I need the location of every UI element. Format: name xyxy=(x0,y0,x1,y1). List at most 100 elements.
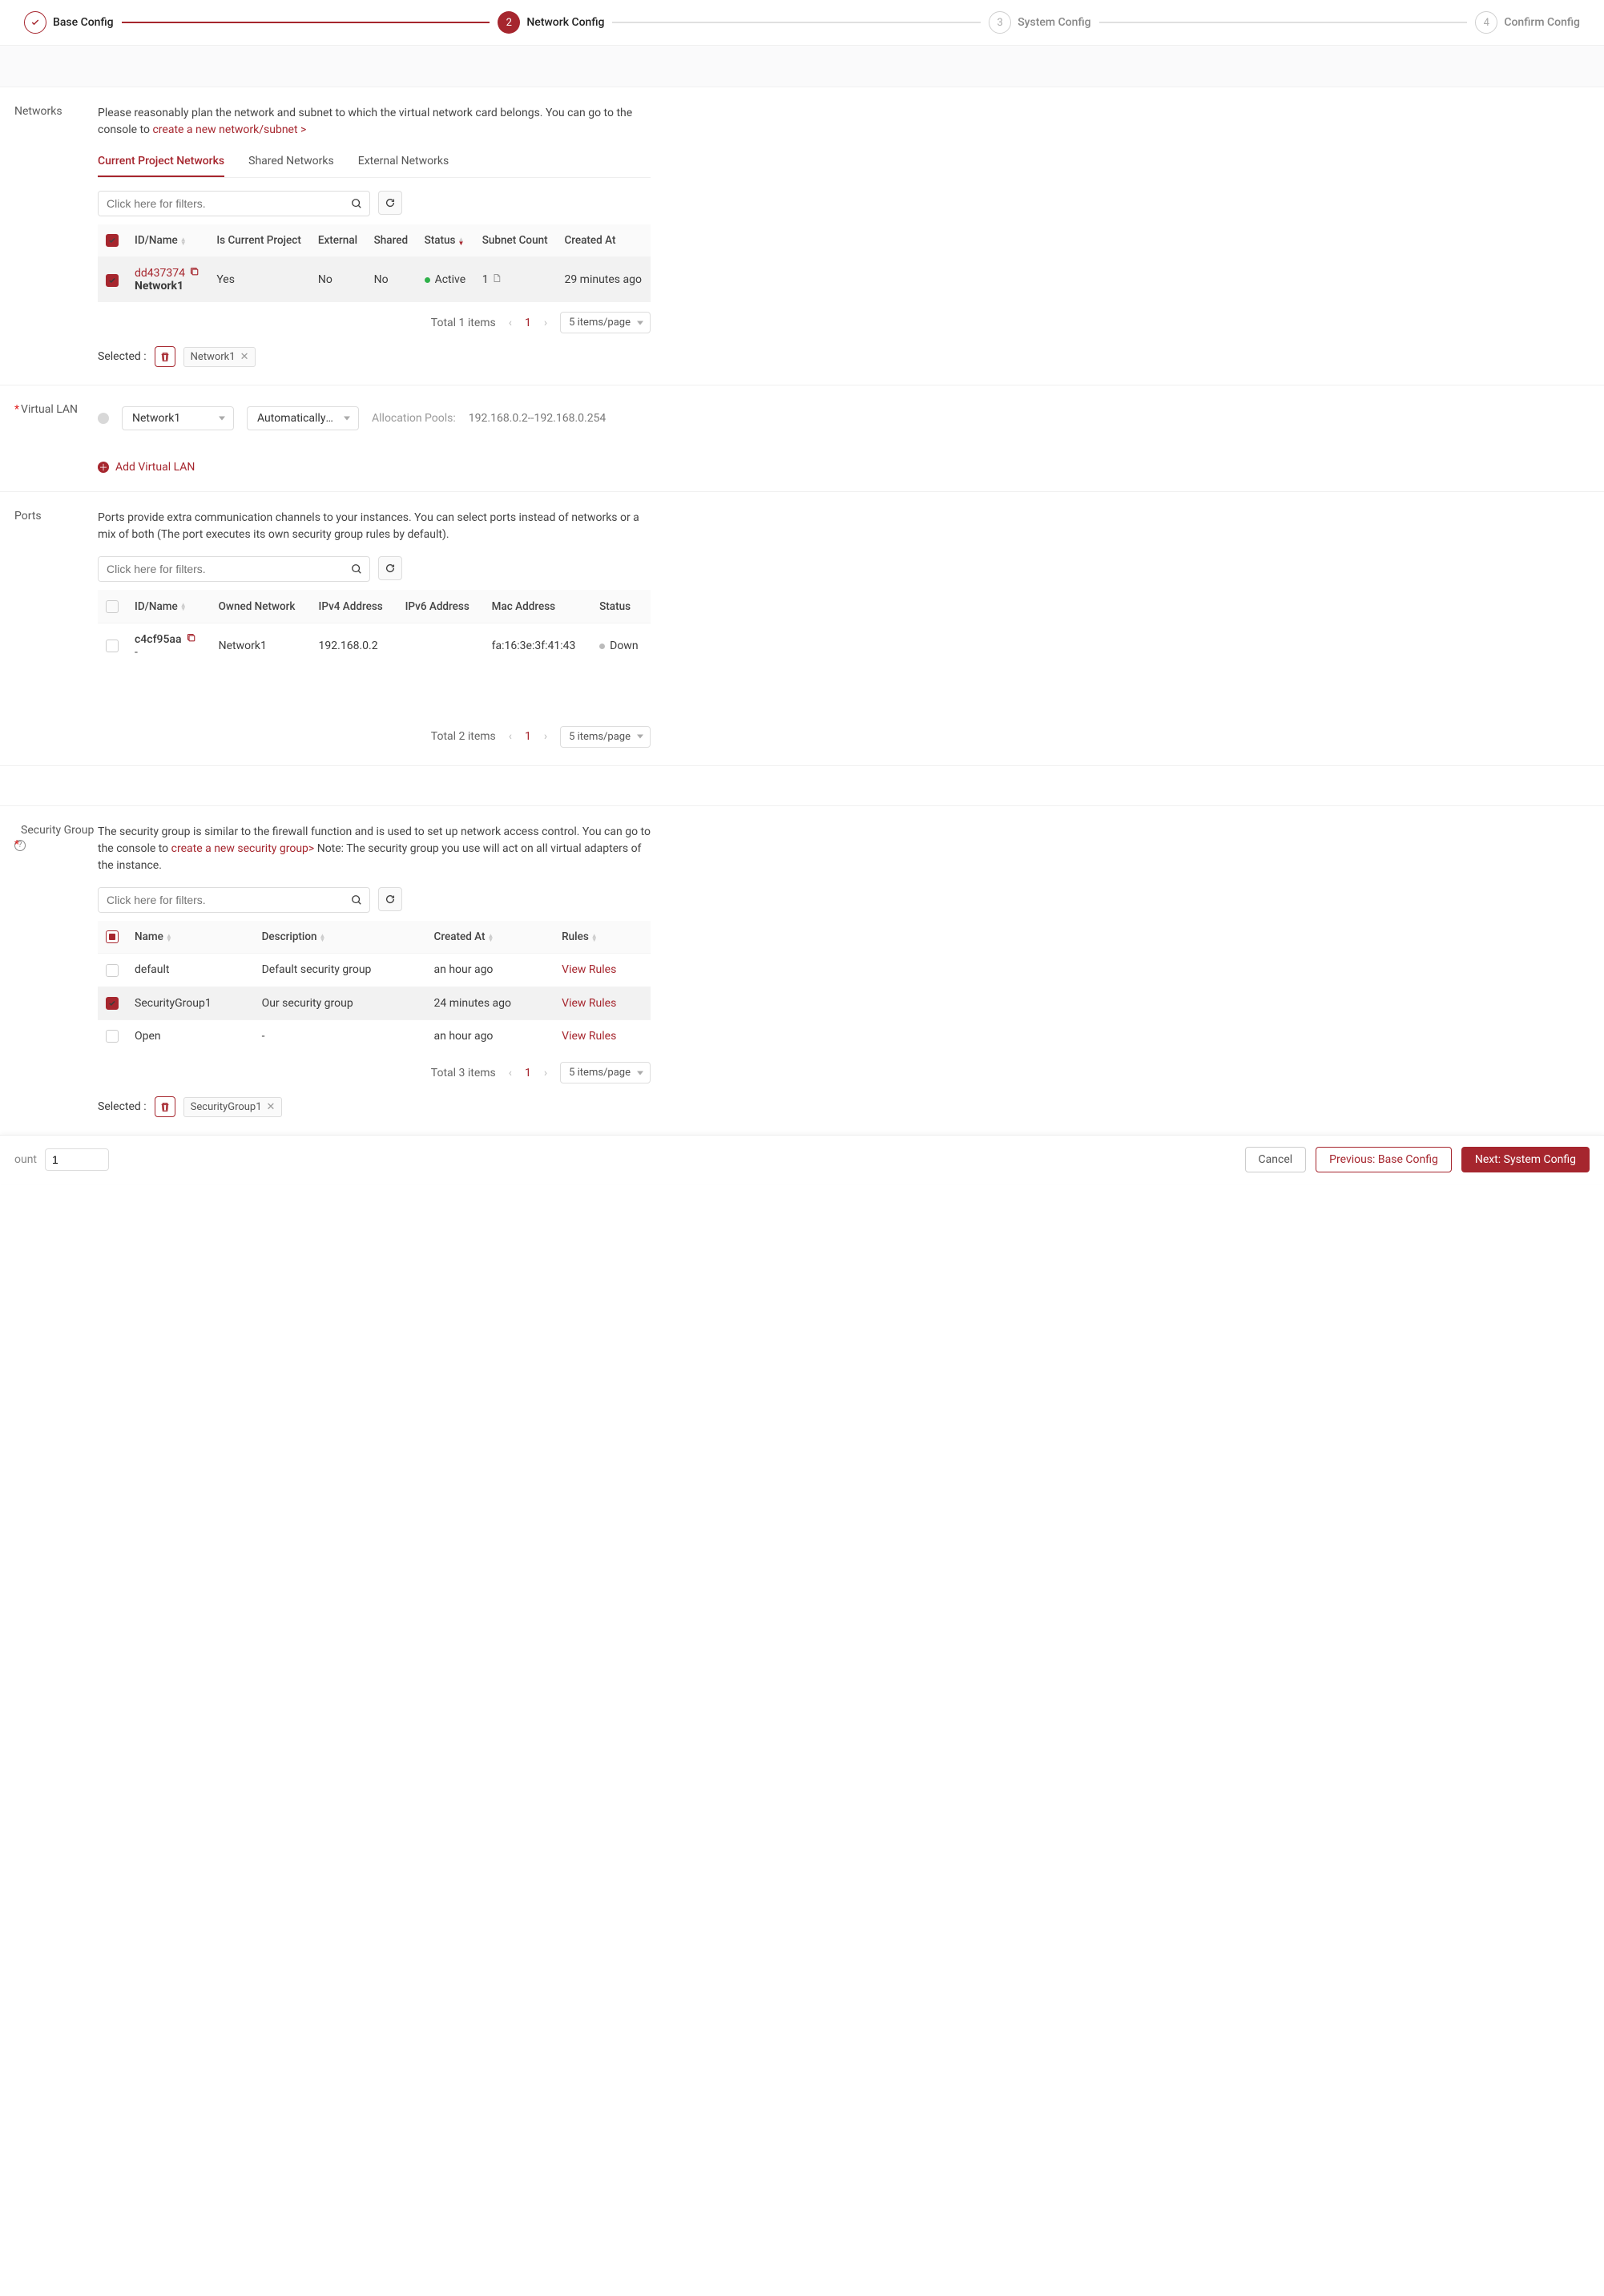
checkbox-select-all[interactable] xyxy=(106,234,119,247)
cell-description: - xyxy=(254,1019,426,1052)
port-id: c4cf95aa xyxy=(135,633,182,646)
tab-current-project-networks[interactable]: Current Project Networks xyxy=(98,148,224,177)
step-confirm-config[interactable]: 4 Confirm Config xyxy=(1475,11,1580,34)
step-system-config[interactable]: 3 System Config xyxy=(989,11,1090,34)
step-connector xyxy=(122,22,490,23)
row-checkbox[interactable] xyxy=(106,640,119,652)
cell-status: Down xyxy=(610,640,638,652)
next-button[interactable]: Next: System Config xyxy=(1461,1147,1590,1172)
filter-text-input[interactable] xyxy=(99,557,344,581)
sg-selected-row: Selected : SecurityGroup1 ✕ xyxy=(98,1096,651,1117)
sort-icon[interactable]: ▲▼ xyxy=(488,934,494,942)
view-rules-link[interactable]: View Rules xyxy=(562,1030,616,1043)
cell-name: Open xyxy=(127,1019,254,1052)
port-name: - xyxy=(135,646,138,659)
clear-selection-button[interactable] xyxy=(155,1096,175,1117)
tag-label: SecurityGroup1 xyxy=(191,1101,262,1113)
sort-icon[interactable]: ▲▼ xyxy=(458,237,465,245)
close-icon[interactable]: ✕ xyxy=(240,351,249,363)
tab-shared-networks[interactable]: Shared Networks xyxy=(248,148,334,177)
col-rules[interactable]: Rules xyxy=(562,930,589,943)
refresh-button[interactable] xyxy=(378,191,402,215)
vlan-subnet-select[interactable]: Automatically Assi… xyxy=(247,406,359,430)
col-external: External xyxy=(310,224,366,257)
virtual-lan-section: *Virtual LAN Network1 Automatically Assi… xyxy=(0,385,1604,492)
section-label: *Virtual LAN xyxy=(14,403,98,474)
col-description[interactable]: Description xyxy=(262,930,317,943)
table-row[interactable]: dd437374 Network1 Yes No No Active 1 29 … xyxy=(98,257,651,303)
page-size-select[interactable]: 5 items/page xyxy=(560,1062,651,1083)
filter-text-input[interactable] xyxy=(99,192,344,216)
search-icon[interactable] xyxy=(344,192,369,216)
current-page[interactable]: 1 xyxy=(525,730,531,743)
next-page-icon[interactable]: › xyxy=(539,728,552,744)
previous-button[interactable]: Previous: Base Config xyxy=(1316,1147,1452,1172)
col-id-name[interactable]: ID/Name xyxy=(135,234,178,247)
prev-page-icon[interactable]: ‹ xyxy=(504,728,517,744)
col-subnet-count: Subnet Count xyxy=(474,224,557,257)
page-size-select[interactable]: 5 items/page xyxy=(560,726,651,748)
col-status[interactable]: Status xyxy=(425,234,456,247)
sort-icon[interactable]: ▲▼ xyxy=(180,603,187,611)
selected-label: Selected : xyxy=(98,1100,147,1113)
count-input[interactable] xyxy=(45,1148,109,1171)
vlan-row: Network1 Automatically Assi… Allocation … xyxy=(98,406,651,430)
step-network-config[interactable]: 2 Network Config xyxy=(498,11,604,34)
close-icon[interactable]: ✕ xyxy=(267,1101,276,1113)
col-name[interactable]: Name xyxy=(135,930,163,943)
refresh-button[interactable] xyxy=(378,887,402,911)
sort-icon[interactable]: ▲▼ xyxy=(166,934,172,942)
current-page[interactable]: 1 xyxy=(525,1067,531,1079)
col-created-at[interactable]: Created At xyxy=(434,930,486,943)
checkbox-select-all[interactable] xyxy=(106,930,119,943)
drag-handle-icon[interactable] xyxy=(98,413,109,424)
page-size-select[interactable]: 5 items/page xyxy=(560,312,651,333)
table-row[interactable]: Open - an hour ago View Rules xyxy=(98,1019,651,1052)
copy-icon[interactable] xyxy=(187,633,196,646)
networks-section: Networks Please reasonably plan the netw… xyxy=(0,87,1604,385)
sort-icon[interactable]: ▲▼ xyxy=(591,934,598,942)
row-checkbox[interactable] xyxy=(106,997,119,1010)
network-id-link[interactable]: dd437374 xyxy=(135,267,185,280)
create-network-link[interactable]: create a new network/subnet > xyxy=(152,123,306,136)
file-icon[interactable] xyxy=(492,273,502,286)
step-label: System Config xyxy=(1018,16,1090,29)
networks-filter-input[interactable] xyxy=(98,191,370,216)
row-checkbox[interactable] xyxy=(106,1030,119,1043)
view-rules-link[interactable]: View Rules xyxy=(562,997,616,1010)
current-page[interactable]: 1 xyxy=(525,317,531,329)
search-icon[interactable] xyxy=(344,557,369,581)
row-checkbox[interactable] xyxy=(106,274,119,287)
table-row[interactable]: SecurityGroup1 Our security group 24 min… xyxy=(98,987,651,1019)
sort-icon[interactable]: ▲▼ xyxy=(180,237,187,245)
next-page-icon[interactable]: › xyxy=(539,1065,552,1081)
row-checkbox[interactable] xyxy=(106,964,119,977)
ports-section: Ports Ports provide extra communication … xyxy=(0,492,1604,765)
table-row[interactable]: default Default security group an hour a… xyxy=(98,954,651,987)
clear-selection-button[interactable] xyxy=(155,346,175,367)
cancel-button[interactable]: Cancel xyxy=(1245,1147,1307,1172)
search-icon[interactable] xyxy=(344,888,369,912)
col-id-name[interactable]: ID/Name xyxy=(135,600,178,613)
next-page-icon[interactable]: › xyxy=(539,315,552,331)
sort-icon[interactable]: ▲▼ xyxy=(320,934,326,942)
add-virtual-lan-button[interactable]: ＋ Add Virtual LAN xyxy=(98,461,651,474)
filter-text-input[interactable] xyxy=(99,888,344,912)
step-label: Base Config xyxy=(53,16,114,29)
refresh-button[interactable] xyxy=(378,556,402,580)
step-base-config[interactable]: Base Config xyxy=(24,11,114,34)
col-owned-network: Owned Network xyxy=(211,590,311,623)
view-rules-link[interactable]: View Rules xyxy=(562,963,616,976)
ports-filter-input[interactable] xyxy=(98,556,370,582)
tab-external-networks[interactable]: External Networks xyxy=(358,148,449,177)
checkbox-select-all[interactable] xyxy=(106,600,119,613)
sg-filter-input[interactable] xyxy=(98,887,370,913)
create-security-group-link[interactable]: create a new security group> xyxy=(171,842,315,855)
table-row[interactable]: c4cf95aa - Network1 192.168.0.2 fa:16:3e… xyxy=(98,623,651,668)
spacer xyxy=(0,46,1604,87)
copy-icon[interactable] xyxy=(190,267,199,280)
prev-page-icon[interactable]: ‹ xyxy=(504,1065,517,1081)
cell-created-at: an hour ago xyxy=(426,1019,554,1052)
prev-page-icon[interactable]: ‹ xyxy=(504,315,517,331)
vlan-network-select[interactable]: Network1 xyxy=(122,406,234,430)
